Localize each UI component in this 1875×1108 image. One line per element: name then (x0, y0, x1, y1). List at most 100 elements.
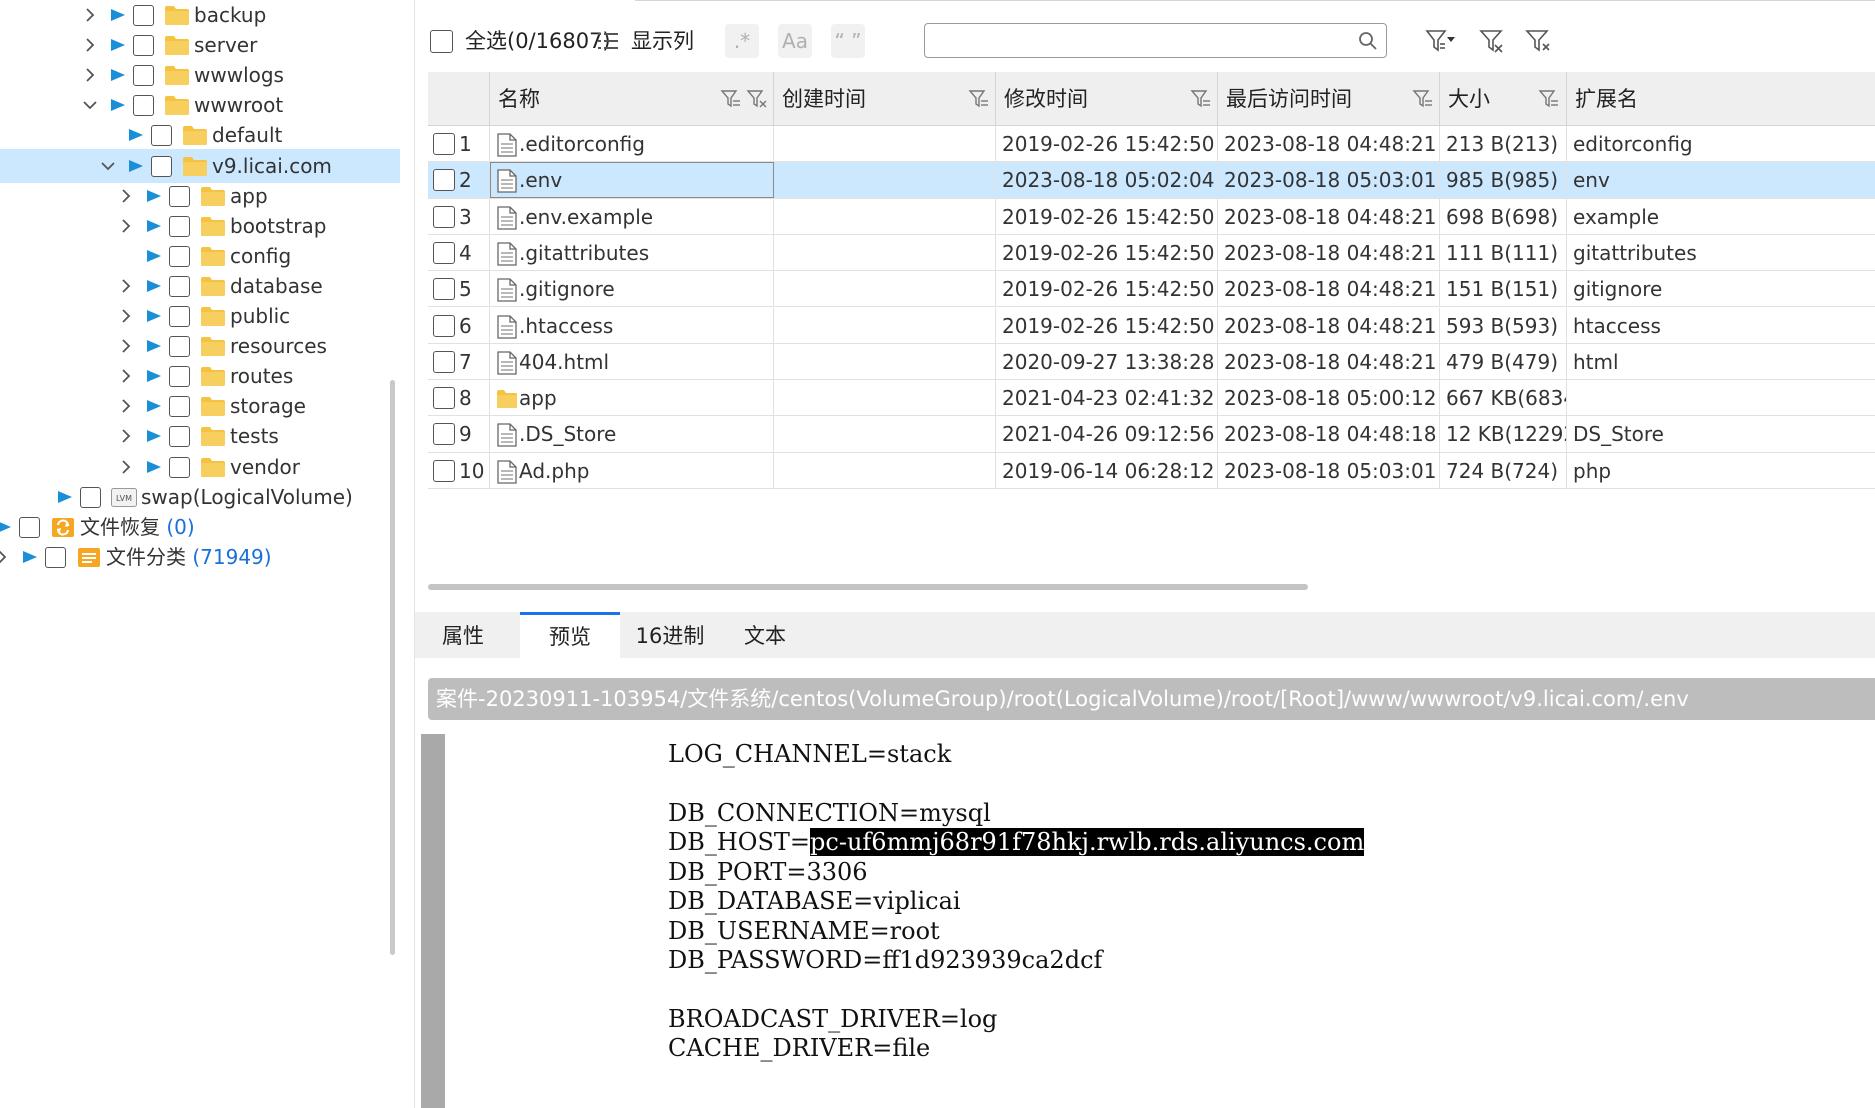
tree-item[interactable]: tests (0, 419, 414, 453)
tree-checkbox[interactable] (80, 486, 101, 508)
tree-item[interactable]: database (0, 269, 414, 303)
column-filter-clear-icon[interactable] (746, 88, 768, 110)
row-checkbox[interactable] (433, 423, 455, 446)
row-checkbox[interactable] (433, 314, 455, 337)
table-row[interactable]: 10 Ad.php 2019-06-14 06:28:12 +082023-08-1… (428, 452, 1875, 489)
row-checkbox[interactable] (433, 350, 455, 373)
chevron-right-icon[interactable] (118, 269, 134, 303)
cell-name[interactable]: .editorconfig (490, 126, 774, 163)
cell-name[interactable]: .gitignore (490, 271, 774, 308)
column-header-modified[interactable]: 修改时间 (996, 72, 1218, 126)
tree-item[interactable]: routes (0, 359, 414, 393)
table-row[interactable]: 1 .editorconfig 2019-02-26 15:42:50 +08202… (428, 126, 1875, 163)
cell-name[interactable]: .DS_Store (490, 416, 774, 453)
tree-checkbox[interactable] (169, 336, 190, 358)
tree-checkbox[interactable] (169, 456, 190, 478)
tree-item[interactable]: 文件分类 (71949) (0, 540, 414, 574)
tree-item[interactable]: vendor (0, 450, 414, 484)
tree-checkbox[interactable] (45, 546, 66, 568)
tree-item[interactable]: server (0, 28, 414, 62)
tree-item[interactable]: public (0, 299, 414, 333)
table-row[interactable]: 2.env2023-08-18 05:02:04 +082023-08-18 0… (428, 162, 1875, 199)
chevron-down-icon[interactable] (82, 88, 98, 122)
tab-preview[interactable]: 预览 (520, 612, 620, 658)
tree-checkbox[interactable] (151, 125, 172, 147)
tree-scrollbar[interactable] (390, 380, 395, 955)
column-header-created[interactable]: 创建时间 (774, 72, 996, 126)
tree-item[interactable]: default (0, 118, 414, 152)
filter-remove-icon[interactable] (1525, 26, 1555, 56)
column-filter-icon[interactable] (1190, 88, 1212, 110)
cell-name[interactable]: .gitattributes (490, 234, 774, 272)
table-row[interactable]: 3 .env.example 2019-02-26 15:42:50 +082023… (428, 198, 1875, 235)
tree-checkbox[interactable] (133, 35, 154, 57)
tab-properties[interactable]: 属性 (415, 612, 511, 658)
tree-checkbox[interactable] (133, 65, 154, 87)
tree-item[interactable]: wwwroot (0, 88, 414, 122)
chevron-right-icon[interactable] (118, 329, 134, 363)
select-all-checkbox[interactable] (430, 30, 453, 53)
table-row[interactable]: 8 app 2021-04-23 02:41:32 +082023-08-18 05… (428, 380, 1875, 417)
tree-checkbox[interactable] (133, 5, 154, 26)
column-filter-icon[interactable] (968, 88, 990, 110)
chevron-right-icon[interactable] (118, 389, 134, 423)
tree-checkbox[interactable] (19, 516, 40, 538)
chevron-down-icon[interactable] (100, 149, 116, 183)
column-header-name[interactable]: 名称 (490, 72, 774, 126)
chevron-right-icon[interactable] (0, 540, 10, 574)
chevron-right-icon[interactable] (118, 179, 134, 213)
table-row[interactable]: 4 .gitattributes 2019-02-26 15:42:50 +0820… (428, 234, 1875, 272)
tree-item[interactable]: storage (0, 389, 414, 423)
tree-checkbox[interactable] (151, 155, 172, 177)
tree-item[interactable]: app (0, 179, 414, 213)
column-filter-icon[interactable] (1538, 88, 1560, 110)
tree-checkbox[interactable] (169, 366, 190, 388)
tree-item[interactable]: 文件恢复 (0) (0, 510, 414, 544)
tree-item[interactable]: config (0, 239, 414, 273)
select-all-label[interactable]: 全选(0/16807) (465, 26, 611, 56)
cell-name[interactable]: 404.html (490, 343, 774, 381)
row-checkbox[interactable] (433, 459, 455, 482)
tree-item[interactable]: resources (0, 329, 414, 363)
row-checkbox[interactable] (433, 387, 455, 410)
tree-checkbox[interactable] (169, 185, 190, 207)
row-checkbox[interactable] (433, 241, 455, 264)
filter-dropdown-icon[interactable] (1425, 26, 1455, 56)
tree-item[interactable]: bootstrap (0, 209, 414, 243)
row-checkbox[interactable] (433, 133, 455, 155)
table-row[interactable]: 5 .gitignore 2019-02-26 15:42:50 +082023-0… (428, 271, 1875, 308)
tab-text[interactable]: 文本 (715, 612, 815, 658)
cell-name[interactable]: .htaccess (490, 307, 774, 344)
regex-toggle-button[interactable]: .* (725, 24, 759, 58)
chevron-right-icon[interactable] (118, 299, 134, 333)
row-checkbox[interactable] (433, 278, 455, 301)
table-horizontal-scrollbar[interactable] (428, 584, 1308, 590)
chevron-right-icon[interactable] (118, 450, 134, 484)
chevron-right-icon[interactable] (118, 209, 134, 243)
search-input[interactable] (925, 24, 1345, 56)
tree-checkbox[interactable] (133, 95, 154, 117)
column-list-icon[interactable] (597, 30, 619, 52)
search-icon[interactable] (1358, 31, 1378, 51)
filter-clear-icon[interactable] (1479, 26, 1509, 56)
column-header-extension[interactable]: 扩展名 (1567, 72, 1875, 126)
chevron-right-icon[interactable] (82, 58, 98, 92)
column-filter-icon[interactable] (1412, 88, 1434, 110)
show-columns-button[interactable]: 显示列 (631, 26, 694, 56)
column-filter-icon[interactable] (720, 88, 742, 110)
row-checkbox[interactable] (433, 205, 455, 228)
column-header-size[interactable]: 大小 (1440, 72, 1567, 126)
tree-checkbox[interactable] (169, 306, 190, 327)
whole-word-button[interactable]: “ ” (831, 24, 865, 58)
tree-checkbox[interactable] (169, 215, 190, 237)
tree-item[interactable]: LVM swap(LogicalVolume) (0, 480, 414, 514)
tree-item[interactable]: v9.licai.com (0, 148, 400, 183)
cell-name[interactable]: app (490, 380, 774, 417)
chevron-right-icon[interactable] (118, 419, 134, 453)
table-row[interactable]: 6 .htaccess 2019-02-26 15:42:50 +082023-08… (428, 307, 1875, 344)
column-header-accessed[interactable]: 最后访问时间 (1218, 72, 1440, 126)
tree-checkbox[interactable] (169, 396, 190, 418)
table-row[interactable]: 7 404.html 2020-09-27 13:38:28 +082023-08-… (428, 343, 1875, 381)
cell-name[interactable]: Ad.php (490, 452, 774, 489)
chevron-right-icon[interactable] (118, 359, 134, 393)
